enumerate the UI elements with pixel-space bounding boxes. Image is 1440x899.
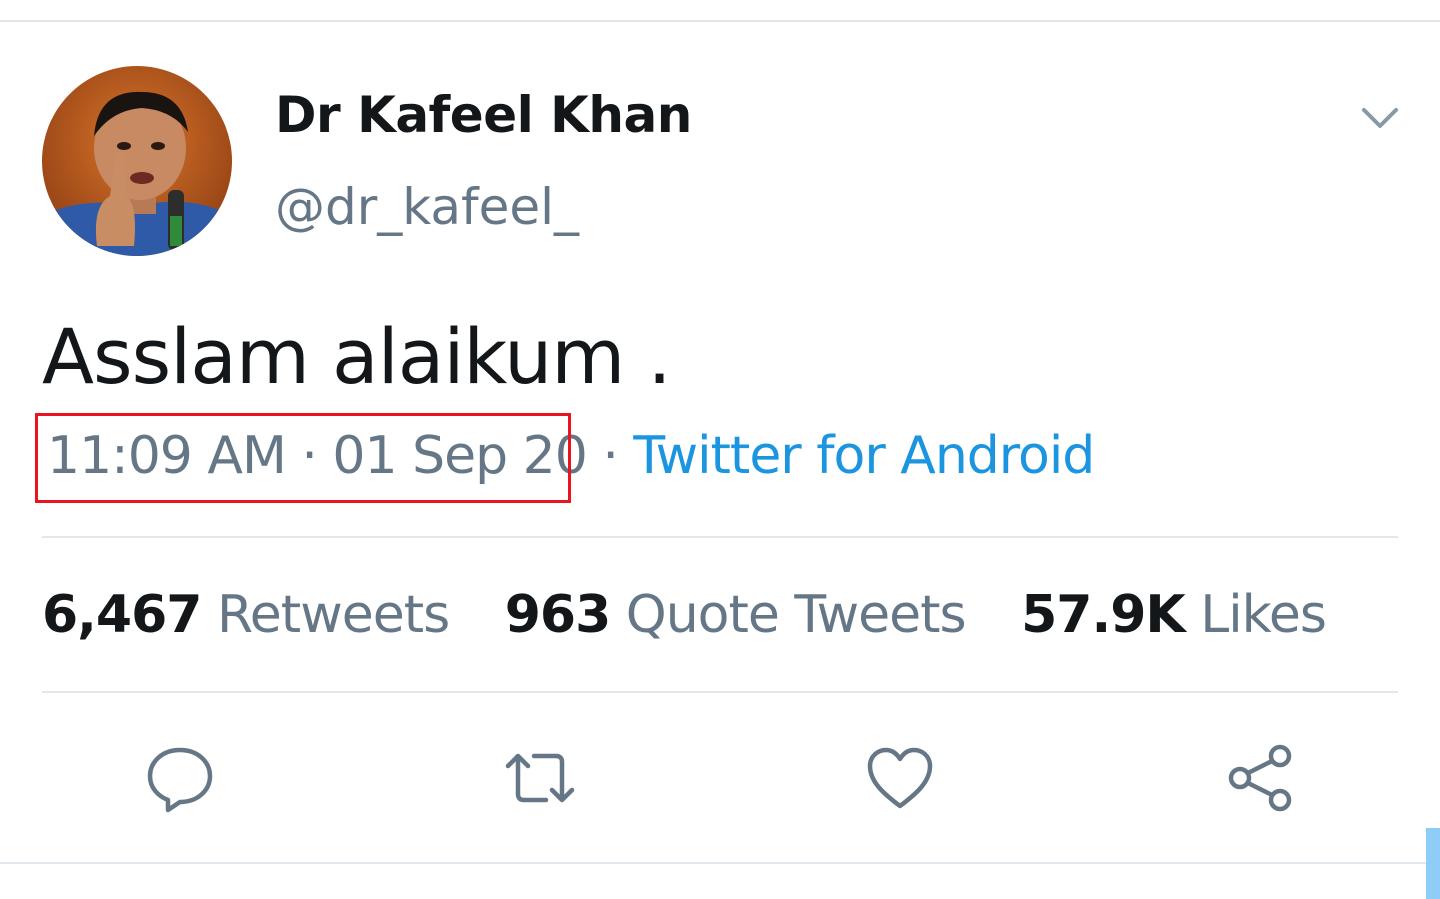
divider: [42, 691, 1398, 693]
retweet-icon[interactable]: [504, 742, 576, 814]
top-divider: [0, 20, 1440, 22]
reply-icon[interactable]: [144, 742, 216, 814]
author-display-name[interactable]: Dr Kafeel Khan: [275, 86, 692, 144]
tweet-text: Asslam alaikum .: [42, 312, 672, 401]
quote-tweets-label: Quote Tweets: [625, 585, 967, 645]
chevron-down-icon[interactable]: [1358, 100, 1402, 136]
author-avatar[interactable]: [42, 66, 232, 256]
likes-stat[interactable]: 57.9K Likes: [1021, 585, 1327, 645]
quote-tweets-count: 963: [504, 585, 612, 645]
tweet-source-link[interactable]: Twitter for Android: [633, 426, 1095, 486]
likes-count: 57.9K: [1021, 585, 1186, 645]
bottom-divider: [0, 862, 1440, 864]
retweets-count: 6,467: [42, 585, 202, 645]
likes-label: Likes: [1200, 585, 1327, 645]
divider: [42, 536, 1398, 538]
retweets-stat[interactable]: 6,467 Retweets: [42, 585, 450, 645]
timestamp-highlight-box: [35, 413, 571, 503]
retweets-label: Retweets: [217, 585, 450, 645]
quote-tweets-stat[interactable]: 963 Quote Tweets: [504, 585, 967, 645]
meta-separator: ·: [602, 426, 619, 486]
tweet-detail-page: Dr Kafeel Khan @dr_kafeel_ Asslam alaiku…: [0, 0, 1440, 899]
author-handle[interactable]: @dr_kafeel_: [275, 178, 579, 236]
share-icon[interactable]: [1224, 742, 1296, 814]
scrollbar[interactable]: [1426, 828, 1440, 899]
tweet-stats: 6,467 Retweets 963 Quote Tweets 57.9K Li…: [42, 585, 1366, 645]
like-icon[interactable]: [864, 742, 936, 814]
